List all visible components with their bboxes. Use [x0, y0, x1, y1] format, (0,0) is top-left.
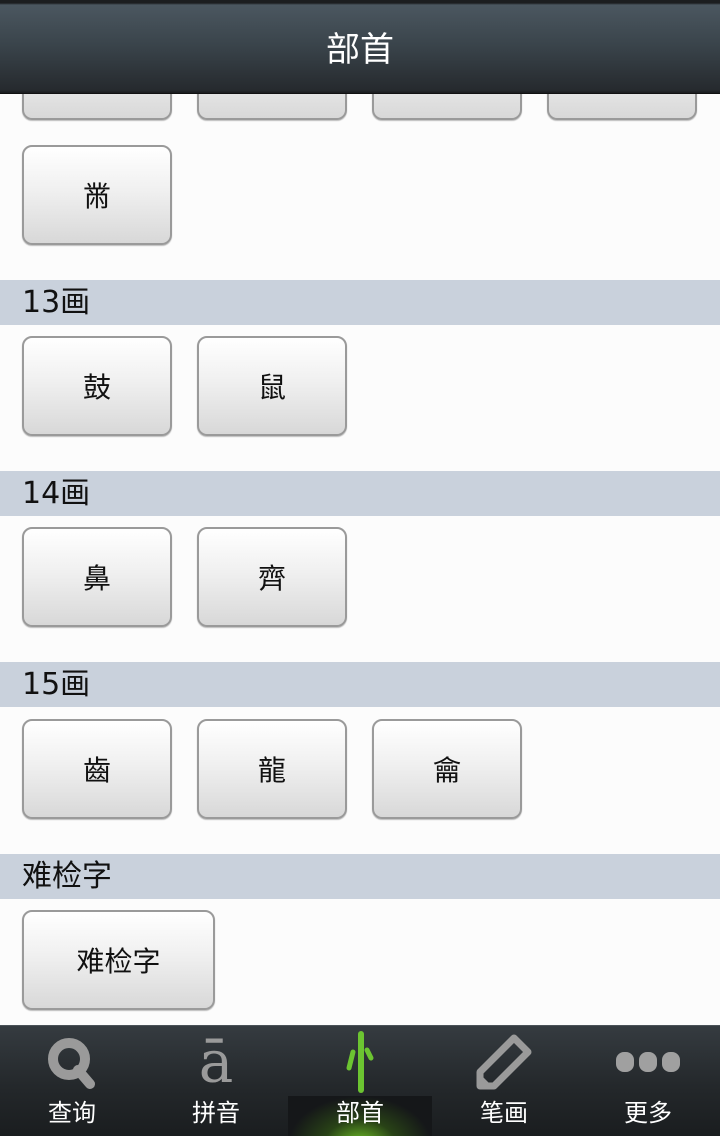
tab-radical[interactable]: 部首 — [288, 1026, 432, 1136]
tab-strokes[interactable]: 笔画 — [432, 1026, 576, 1136]
radical-icon — [346, 1031, 374, 1093]
tab-label: 拼音 — [192, 1099, 240, 1127]
more-dots-icon — [616, 1052, 680, 1072]
radical-button[interactable]: 齒 — [22, 719, 172, 819]
bottom-tab-bar: 查询 ā 拼音 部首 笔画 更多 — [0, 1025, 720, 1136]
tab-more[interactable]: 更多 — [576, 1026, 720, 1136]
page-title: 部首 — [326, 30, 394, 70]
tab-pinyin[interactable]: ā 拼音 — [144, 1026, 288, 1136]
tab-search[interactable]: 查询 — [0, 1026, 144, 1136]
radical-button[interactable]: 龍 — [197, 719, 347, 819]
section-header-15-strokes: 15画 — [0, 662, 720, 707]
radical-button[interactable]: 齊 — [197, 527, 347, 627]
radical-list[interactable]: 黹 13画 鼓 鼠 14画 鼻 齊 15画 齒 龍 龠 难检字 难检字 — [0, 0, 720, 1025]
search-icon — [48, 1038, 95, 1089]
pencil-icon — [476, 1034, 532, 1090]
pinyin-a-macron-icon: ā — [198, 1028, 234, 1096]
radical-button[interactable]: 鼓 — [22, 336, 172, 436]
section-header-hard-to-find: 难检字 — [0, 854, 720, 899]
radical-button[interactable]: 黹 — [22, 145, 172, 245]
section-header-14-strokes: 14画 — [0, 471, 720, 516]
radical-button[interactable]: 龠 — [372, 719, 522, 819]
hard-to-find-button[interactable]: 难检字 — [22, 910, 215, 1010]
tab-label: 查询 — [48, 1099, 96, 1127]
tab-label: 笔画 — [480, 1099, 528, 1127]
radical-button[interactable]: 鼻 — [22, 527, 172, 627]
tab-label: 部首 — [336, 1099, 384, 1127]
title-bar: 部首 — [0, 0, 720, 93]
section-header-13-strokes: 13画 — [0, 280, 720, 325]
tab-label: 更多 — [624, 1099, 672, 1127]
radical-button[interactable]: 鼠 — [197, 336, 347, 436]
